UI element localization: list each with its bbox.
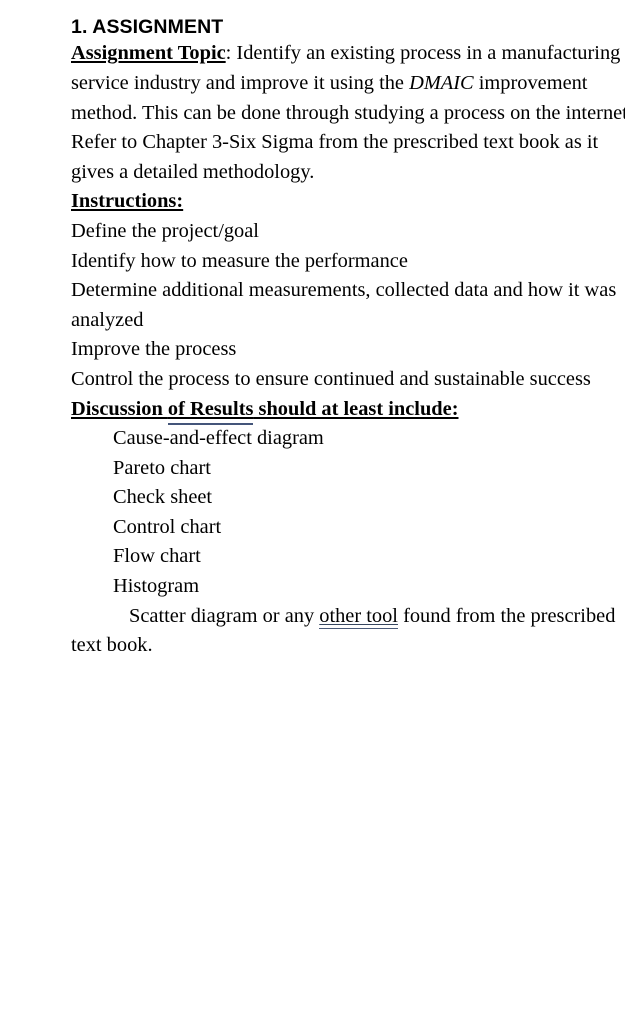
instructions-list: Define the project/goal Identify how to … bbox=[71, 217, 625, 395]
instructions-heading-label: Instructions: bbox=[71, 190, 184, 213]
list-item: Pareto chart bbox=[113, 456, 211, 479]
discussion-heading: Discussion of Results should at least in… bbox=[71, 395, 625, 425]
discussion-heading-part1: Discussion bbox=[71, 397, 168, 420]
quality-tools-list: Cause-and-effect diagram Pareto chart Ch… bbox=[71, 424, 625, 602]
other-tool-marked-run: other tool bbox=[319, 604, 398, 629]
assignment-topic-label: Assignment Topic bbox=[71, 42, 226, 65]
instruction-step: Identify how to measure the performance bbox=[71, 249, 408, 272]
instruction-step: Improve the process bbox=[71, 338, 237, 361]
instruction-step: Control the process to ensure continued … bbox=[71, 367, 591, 390]
closing-text-before: Scatter diagram or any bbox=[129, 604, 320, 627]
instruction-step: Define the project/goal bbox=[71, 219, 259, 242]
text-column: 1. ASSIGNMENT Assignment Topic: Identify… bbox=[71, 0, 625, 661]
discussion-heading-marked-run: of Results bbox=[167, 397, 254, 425]
dmaic-emphasis: DMAIC bbox=[409, 71, 474, 94]
instruction-step: Determine additional measurements, colle… bbox=[71, 279, 617, 331]
page-title: 1. ASSIGNMENT bbox=[71, 16, 224, 38]
list-item: Flow chart bbox=[113, 545, 201, 568]
discussion-heading-part2: should at least include: bbox=[253, 397, 459, 420]
closing-paragraph: Scatter diagram or any other tool found … bbox=[71, 602, 625, 661]
list-item: Check sheet bbox=[113, 486, 213, 509]
instructions-heading: Instructions: bbox=[71, 187, 625, 217]
list-item: Histogram bbox=[113, 575, 200, 598]
document-page: 1. ASSIGNMENT Assignment Topic: Identify… bbox=[0, 0, 625, 1011]
list-item: Cause-and-effect diagram bbox=[113, 427, 324, 450]
list-item: Control chart bbox=[113, 515, 222, 538]
assignment-topic-paragraph: Assignment Topic: Identify an existing p… bbox=[71, 39, 625, 187]
